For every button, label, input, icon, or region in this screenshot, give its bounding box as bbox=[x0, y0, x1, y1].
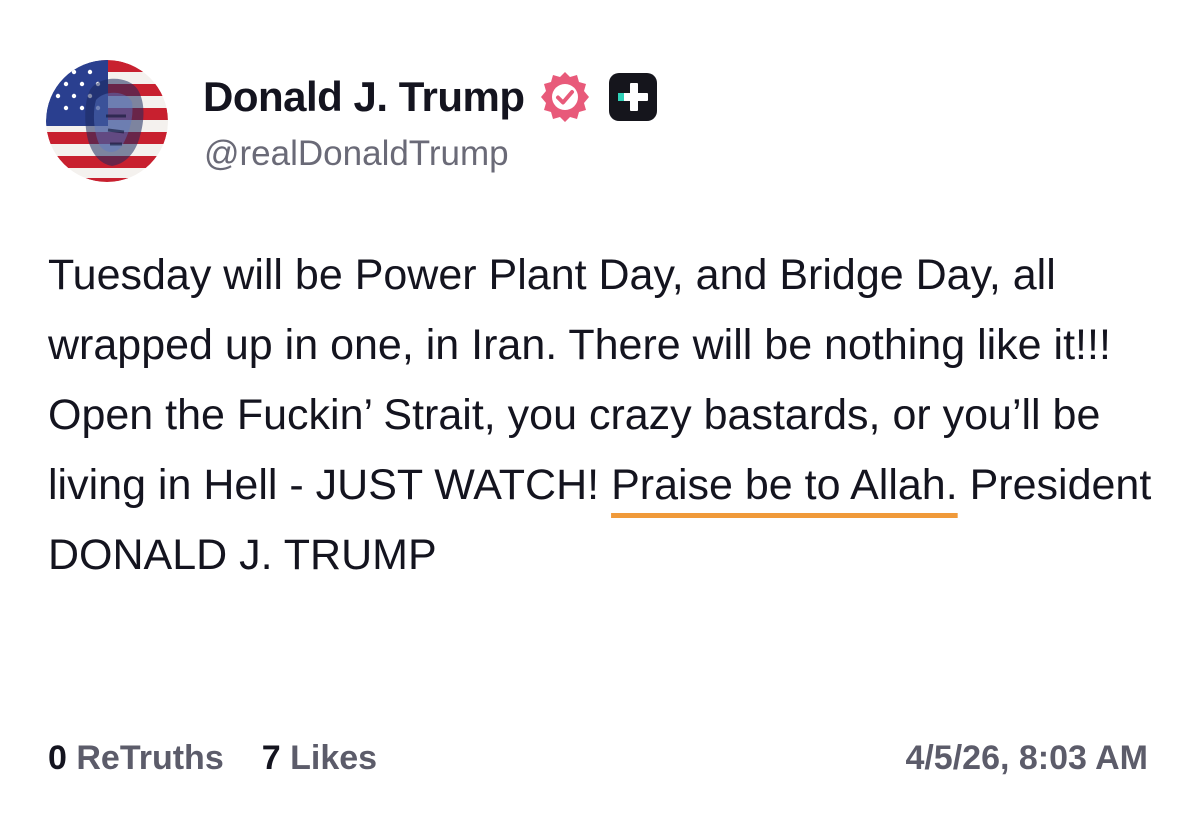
retruths-count: 0 bbox=[48, 738, 67, 777]
american-flag-portrait-avatar bbox=[46, 60, 168, 182]
verified-check-badge-icon bbox=[540, 72, 589, 122]
likes-stat[interactable]: 7 Likes bbox=[262, 739, 377, 778]
post-text: Tuesday will be Power Plant Day, and Bri… bbox=[48, 240, 1158, 590]
post-footer: 0 ReTruths 7 Likes 4/5/26, 8:03 AM bbox=[48, 733, 1148, 783]
author-handle[interactable]: @realDonaldTrump bbox=[204, 134, 509, 174]
author-name-row: Donald J. Trump bbox=[203, 66, 661, 128]
author-avatar[interactable] bbox=[46, 60, 168, 182]
highlighted-phrase: Praise be to Allah. bbox=[611, 461, 958, 509]
likes-label: Likes bbox=[290, 738, 378, 777]
author-display-name[interactable]: Donald J. Trump bbox=[203, 73, 525, 121]
retruths-label: ReTruths bbox=[76, 738, 224, 777]
post-timestamp[interactable]: 4/5/26, 8:03 AM bbox=[905, 739, 1148, 778]
likes-count: 7 bbox=[261, 738, 281, 777]
retruths-stat[interactable]: 0 ReTruths bbox=[48, 739, 224, 778]
plus-badge-icon bbox=[608, 73, 657, 121]
truth-post: Donald J. Trump @realDonaldTrump Tuesday… bbox=[0, 0, 1200, 827]
